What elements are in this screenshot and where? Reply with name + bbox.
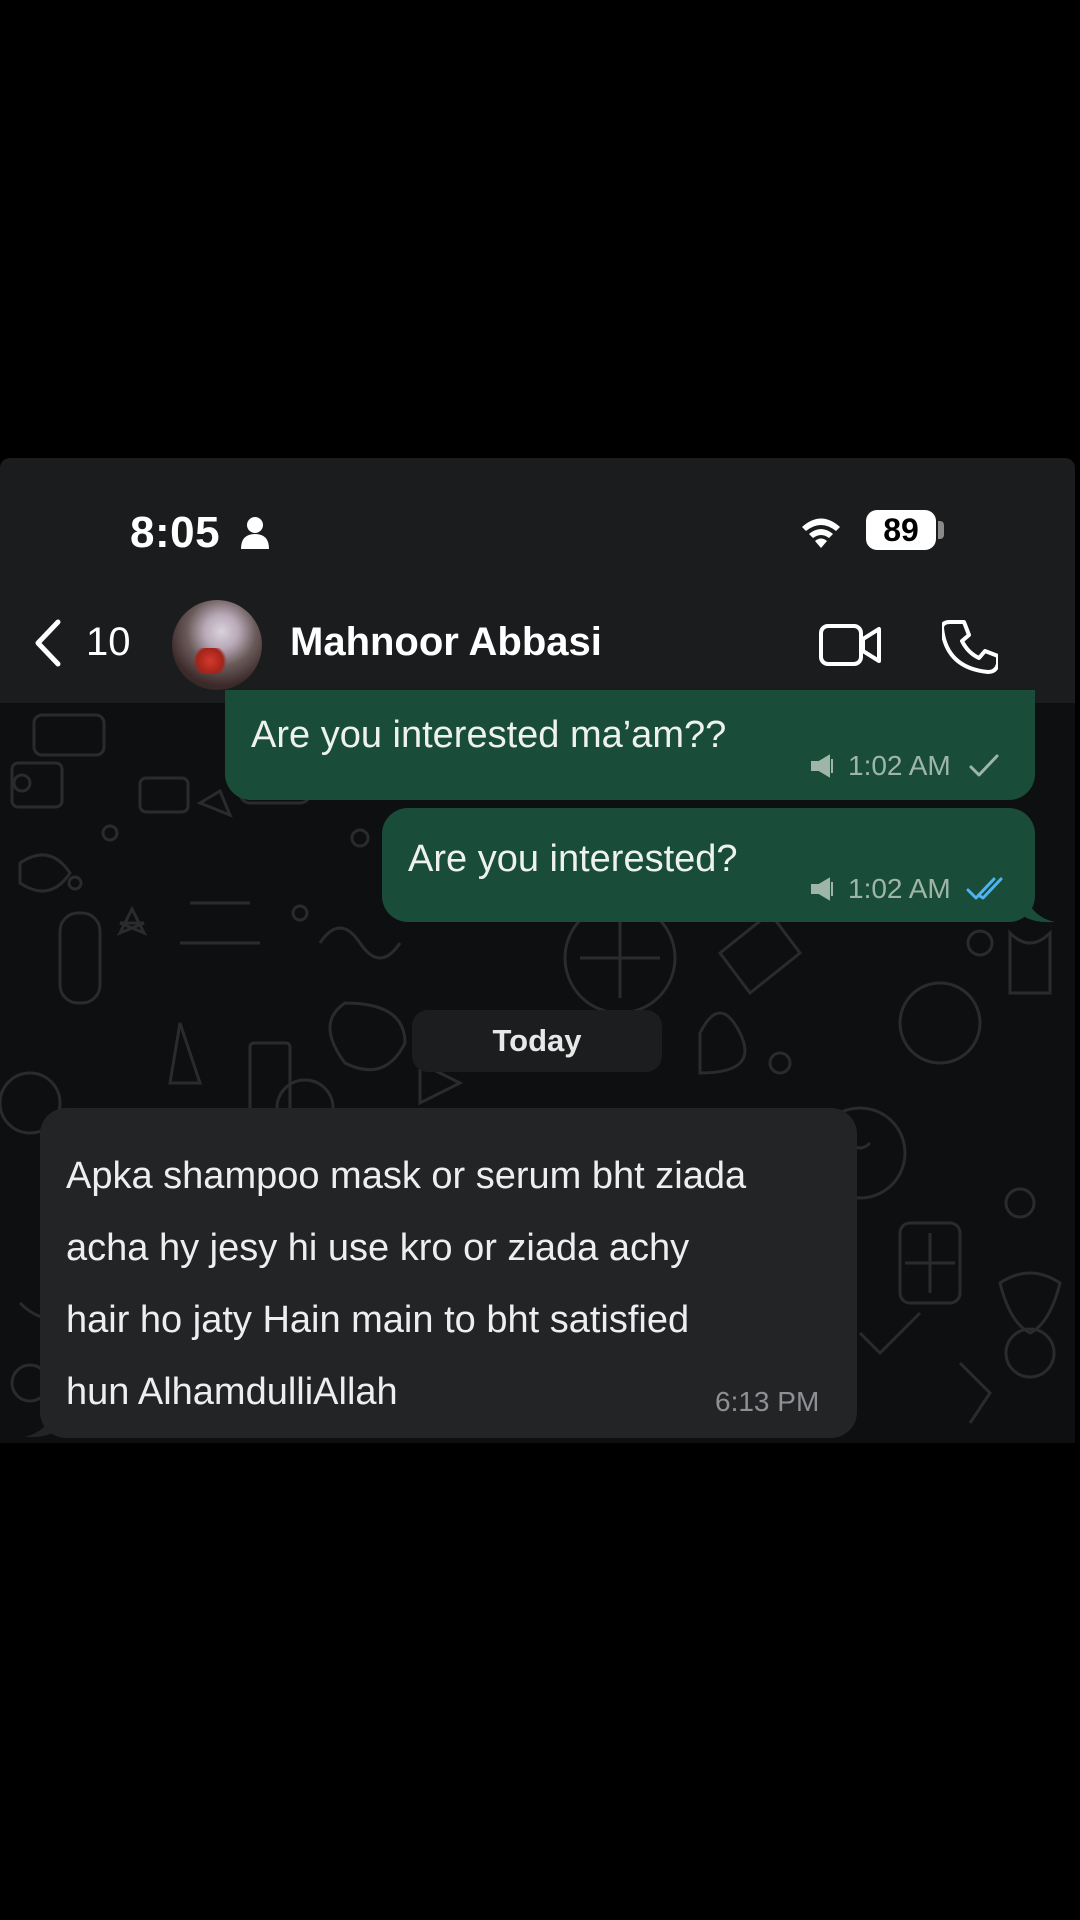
phone-call-icon[interactable] bbox=[942, 618, 998, 674]
message-line: hair ho jaty Hain main to bht satisfied bbox=[66, 1299, 690, 1341]
message-line: acha hy jesy hi use kro or ziada achy bbox=[66, 1227, 690, 1269]
video-call-icon[interactable] bbox=[818, 622, 882, 668]
message-line: Apka shampoo mask or serum bht ziada bbox=[66, 1155, 747, 1197]
incoming-message-text: Apka shampoo mask or serum bht ziada ach… bbox=[66, 1140, 856, 1428]
chat-screen: 8:05 89 10 Mahnoor Abbasi Are you intere bbox=[0, 458, 1075, 1443]
top-bar: 8:05 89 10 Mahnoor Abbasi bbox=[0, 458, 1075, 703]
back-unread-count[interactable]: 10 bbox=[86, 620, 131, 665]
battery-indicator: 89 bbox=[866, 510, 936, 550]
single-tick-icon bbox=[969, 754, 999, 777]
double-tick-read-icon bbox=[966, 877, 1003, 900]
wifi-icon bbox=[802, 518, 840, 548]
back-chevron-icon[interactable] bbox=[30, 618, 66, 668]
message-time: 6:13 PM bbox=[715, 1386, 820, 1417]
message-text: Are you interested? bbox=[408, 838, 738, 880]
battery-tip bbox=[938, 521, 944, 539]
message-text: Are you interested ma’am?? bbox=[251, 714, 727, 756]
message-time: 1:02 AM bbox=[848, 873, 951, 904]
person-icon bbox=[241, 517, 269, 549]
battery-level: 89 bbox=[883, 512, 919, 548]
message-time: 1:02 AM bbox=[848, 750, 951, 781]
contact-avatar[interactable] bbox=[172, 600, 262, 690]
bubble-tail bbox=[1025, 893, 1055, 923]
date-divider: Today bbox=[412, 1010, 662, 1072]
speaker-icon bbox=[811, 754, 833, 778]
status-time: 8:05 bbox=[130, 508, 221, 557]
contact-name[interactable]: Mahnoor Abbasi bbox=[290, 620, 602, 665]
speaker-icon bbox=[811, 877, 833, 901]
